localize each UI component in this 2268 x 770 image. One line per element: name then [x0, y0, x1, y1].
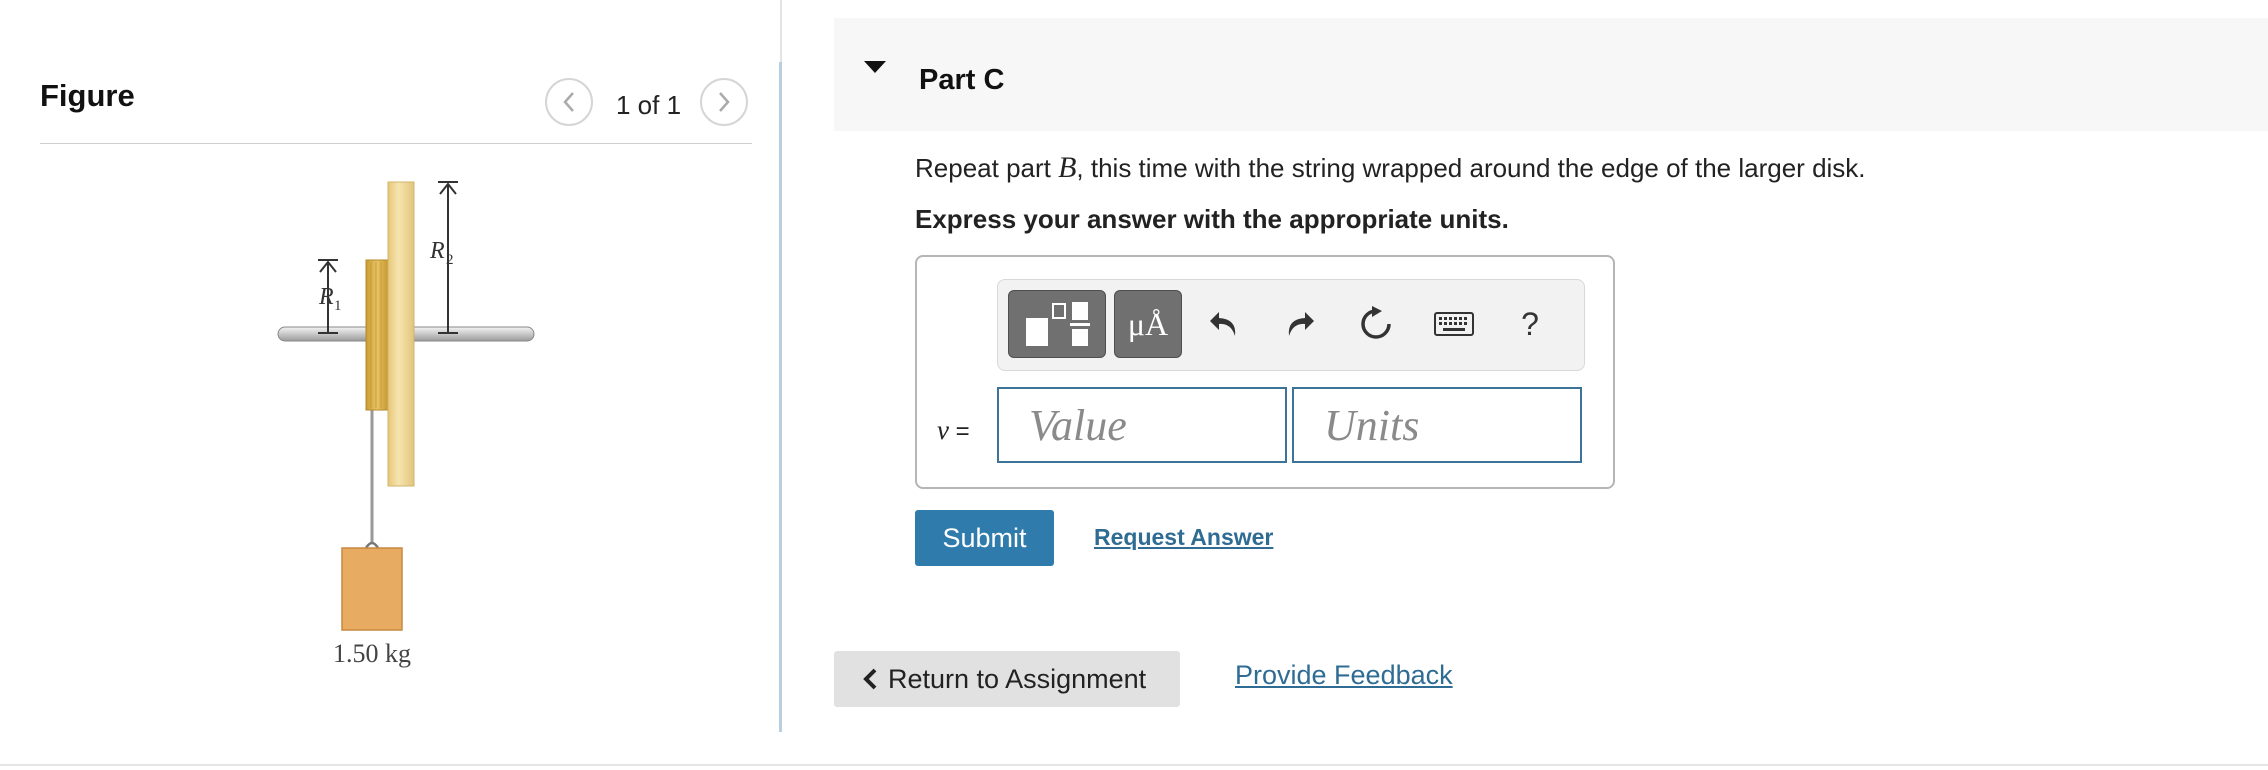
undo-button[interactable]	[1196, 296, 1252, 352]
templates-icon	[1026, 302, 1090, 346]
figure-page-count: 1 of 1	[616, 90, 682, 120]
figure-title: Figure	[40, 78, 135, 113]
figure-divider	[40, 143, 752, 144]
r1-subscript: 1	[334, 298, 342, 314]
panel-divider[interactable]	[779, 62, 782, 732]
request-answer-link[interactable]: Request Answer	[1094, 524, 1273, 551]
templates-button[interactable]	[1008, 290, 1106, 358]
units-input[interactable]	[1292, 387, 1582, 463]
caret-down-icon[interactable]	[862, 58, 888, 76]
panel-divider-top	[780, 0, 782, 62]
small-disk	[365, 259, 389, 411]
reset-button[interactable]	[1348, 296, 1404, 352]
return-to-assignment-button[interactable]: Return to Assignment	[834, 651, 1180, 707]
chevron-left-icon	[863, 668, 877, 690]
math-toolbar: μÅ ?	[997, 279, 1585, 371]
value-input[interactable]	[997, 387, 1287, 463]
help-button[interactable]: ?	[1502, 296, 1558, 352]
provide-feedback-link[interactable]: Provide Feedback	[1235, 660, 1453, 691]
chevron-left-icon	[563, 92, 574, 112]
bottom-divider	[0, 764, 2268, 766]
next-figure-button[interactable]	[700, 78, 748, 126]
part-title: Part C	[919, 64, 1005, 96]
figure-panel: Figure 1 of 1 R 2 R 1 1.50 kg	[0, 0, 780, 770]
reset-icon	[1361, 306, 1391, 339]
r1-label: R	[318, 284, 334, 310]
redo-icon	[1288, 312, 1314, 336]
redo-button[interactable]	[1272, 296, 1328, 352]
chevron-right-icon	[719, 92, 730, 112]
r2-label: R	[429, 238, 445, 264]
previous-figure-button[interactable]	[545, 78, 593, 126]
mass-block	[341, 547, 403, 631]
large-disk	[387, 181, 415, 487]
part-c-header[interactable]: Part C	[834, 18, 2268, 131]
units-button[interactable]: μÅ	[1114, 290, 1182, 358]
answer-variable-label: v =	[937, 415, 970, 445]
answer-instruction: Express your answer with the appropriate…	[915, 204, 1509, 234]
keyboard-button[interactable]	[1426, 296, 1482, 352]
return-label: Return to Assignment	[888, 663, 1147, 694]
answer-box: μÅ ? v = Value Units	[915, 255, 1615, 489]
mass-label: 1.50 kg	[333, 639, 411, 668]
pulley-figure: R 2 R 1 1.50 kg	[277, 181, 535, 668]
question-prompt: Repeat part B, this time with the string…	[915, 151, 1866, 184]
keyboard-icon	[1434, 312, 1474, 336]
prompt-variable: B	[1058, 151, 1077, 184]
r2-subscript: 2	[446, 252, 454, 268]
submit-button[interactable]: Submit	[915, 510, 1054, 566]
undo-icon	[1210, 312, 1236, 336]
